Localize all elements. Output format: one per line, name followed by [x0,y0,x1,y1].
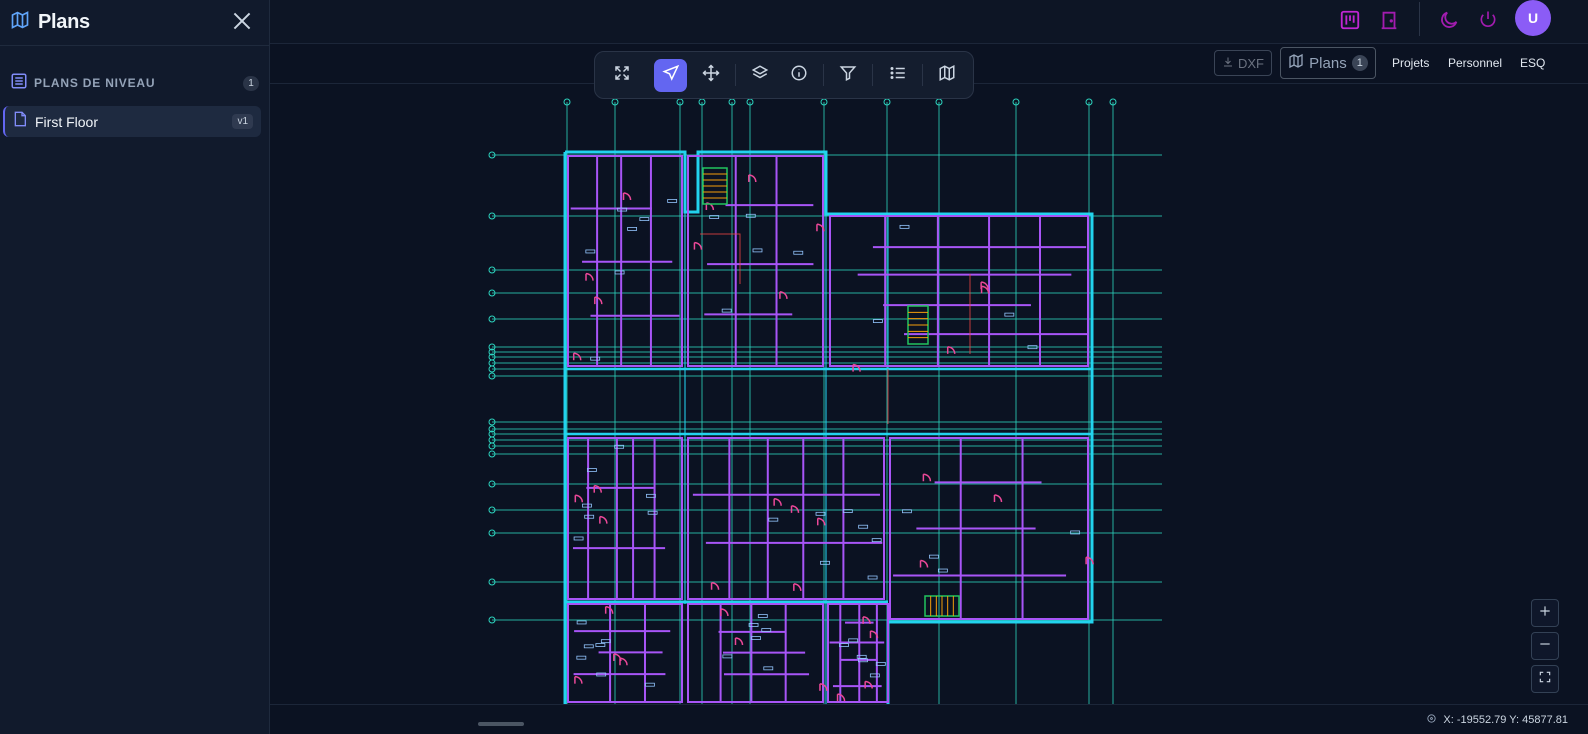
move-icon [701,64,720,87]
board-icon[interactable] [1339,9,1361,31]
expand-icon [613,64,631,87]
toolbar-divider [823,64,824,86]
plan-item-label: First Floor [35,113,98,130]
zoom-in-button[interactable] [1531,599,1559,627]
door-icon[interactable] [1378,9,1400,31]
nav-link-projets[interactable]: Projets [1392,56,1429,70]
plan-item-first-floor[interactable]: First Floor v1 [3,106,261,137]
plans-panel-button[interactable] [930,59,963,92]
minus-icon [1538,637,1552,656]
sidebar-header: Plans [0,0,269,46]
layers-icon [751,64,769,87]
map-icon [10,10,30,35]
canvas-toolbar [594,51,974,99]
status-bar: X: -19552.79 Y: 45877.81 [270,704,1588,734]
floor-plan-drawing [488,98,1162,704]
horizontal-scrollbar[interactable] [478,722,524,726]
sidebar: Plans PLANS DE NIVEAU 1 First Floor v1 [0,0,270,734]
list-icon [889,64,907,87]
pan-tool-button[interactable] [694,59,727,92]
filter-button[interactable] [831,59,864,92]
toolbar-divider [872,64,873,86]
nav-link-personnel[interactable]: Personnel [1448,56,1502,70]
list-button[interactable] [881,59,914,92]
version-badge: v1 [232,114,253,129]
plus-icon [1538,604,1552,623]
layers-button[interactable] [743,59,776,92]
topbar-divider [1419,2,1420,36]
user-avatar[interactable]: U [1515,0,1551,36]
zoom-out-button[interactable] [1531,632,1559,660]
power-icon[interactable] [1478,9,1500,31]
cursor-arrow-icon [661,64,680,87]
toolbar-divider [922,64,923,86]
topbar: U [270,0,1588,44]
coordinate-readout: X: -19552.79 Y: 45877.81 [1426,713,1568,727]
list-icon [10,72,28,95]
plan-canvas[interactable] [270,84,1588,704]
map-icon [1288,53,1304,73]
fit-view-button[interactable] [605,59,638,92]
section-count-badge: 1 [243,75,259,91]
info-button[interactable] [782,59,815,92]
file-icon [13,111,27,132]
crosshair-icon [1426,713,1437,727]
plans-label: Plans [1309,54,1347,72]
fullscreen-icon [1538,670,1552,689]
select-tool-button[interactable] [654,59,687,92]
dxf-download-button[interactable]: DXF [1214,50,1272,76]
info-icon [790,64,808,87]
map-icon [938,64,956,87]
download-icon [1222,56,1234,71]
nav-link-esq[interactable]: ESQ [1520,56,1545,70]
sidebar-title: Plans [38,11,90,33]
toolbar-divider [735,64,736,86]
fit-screen-button[interactable] [1531,665,1559,693]
plans-count-badge: 1 [1351,55,1368,71]
moon-icon[interactable] [1438,9,1460,31]
coords-text: X: -19552.79 Y: 45877.81 [1443,714,1568,726]
section-header-level-plans: PLANS DE NIVEAU 1 [0,72,269,94]
filter-icon [839,64,857,87]
section-label: PLANS DE NIVEAU [34,76,156,90]
close-icon[interactable] [229,8,255,34]
plans-button[interactable]: Plans 1 [1280,47,1376,79]
dxf-label: DXF [1238,55,1264,71]
